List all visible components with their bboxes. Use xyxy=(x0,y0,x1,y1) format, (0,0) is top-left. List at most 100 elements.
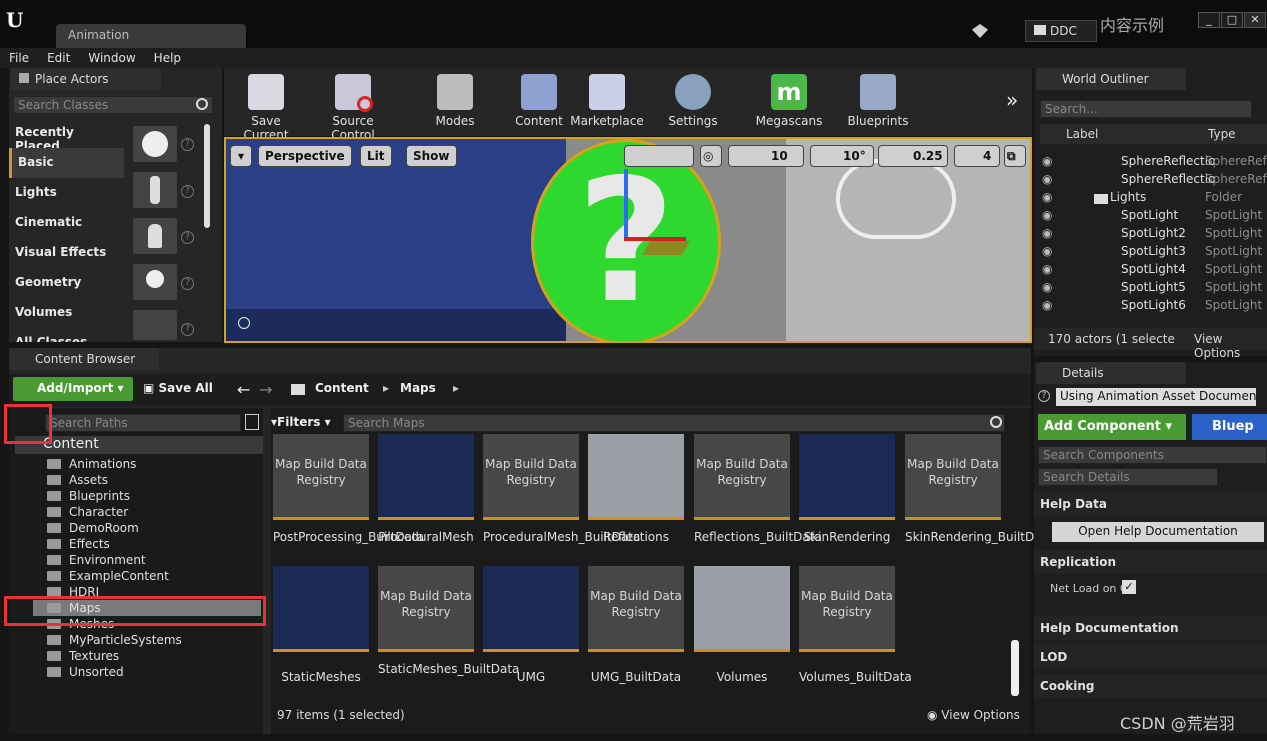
help-icon[interactable]: ? xyxy=(181,185,194,198)
ddc-button[interactable]: DDC xyxy=(1025,20,1097,42)
asset-tile[interactable]: StaticMeshes xyxy=(273,566,369,696)
category-cinematic[interactable]: Cinematic xyxy=(9,208,124,238)
folder-environment[interactable]: Environment xyxy=(47,552,146,568)
scrollbar[interactable] xyxy=(1011,640,1019,696)
marketplace-button[interactable]: Marketplace xyxy=(570,74,644,128)
asset-tile[interactable]: UMG xyxy=(483,566,579,696)
help-icon[interactable]: ? xyxy=(181,138,194,151)
grid-snap[interactable]: 10 xyxy=(728,145,804,167)
trigger-thumb[interactable] xyxy=(133,310,177,340)
pawn-thumb[interactable] xyxy=(133,172,177,208)
folder-demoroom[interactable]: DemoRoom xyxy=(47,520,139,536)
eye-icon[interactable]: ◉ xyxy=(1042,154,1052,168)
blueprints-button[interactable]: Blueprints xyxy=(842,74,914,128)
help-icon[interactable]: ? xyxy=(181,323,194,336)
section-cooking[interactable]: Cooking xyxy=(1034,674,1267,698)
maximize-viewport-icon[interactable]: ⧉ xyxy=(1004,145,1026,167)
eye-icon[interactable]: ◉ xyxy=(1042,298,1052,312)
gizmo-plane[interactable] xyxy=(641,241,691,255)
asset-tile[interactable]: Map Build Data Registry SkinRendering_Bui… xyxy=(905,434,1054,564)
asset-tile[interactable]: Reflections xyxy=(588,434,684,564)
outliner-row[interactable]: ◉ SphereReflectio SphereRefl xyxy=(1034,154,1267,172)
eye-icon[interactable]: ◉ xyxy=(1042,262,1052,276)
eye-icon[interactable]: ◉ xyxy=(1042,208,1052,222)
world-outliner-tab[interactable]: World Outliner xyxy=(1036,68,1186,90)
folder-myparticlesystems[interactable]: MyParticleSystems xyxy=(47,632,182,648)
category-volumes[interactable]: Volumes xyxy=(9,298,124,328)
asset-tile[interactable]: Map Build Data Registry UMG_BuiltData xyxy=(588,566,684,696)
search-classes-input[interactable]: Search Classes xyxy=(13,96,213,114)
scale-snap[interactable]: 0.25 xyxy=(878,145,948,167)
outliner-row[interactable]: ◉ SpotLight4 SpotLight xyxy=(1034,262,1267,280)
eye-icon[interactable]: ◉ xyxy=(1042,190,1052,204)
modes-button[interactable]: Modes xyxy=(420,74,490,128)
category-geometry[interactable]: Geometry xyxy=(9,268,124,298)
asset-tile[interactable]: Volumes xyxy=(694,566,790,696)
outliner-search-input[interactable]: Search... xyxy=(1040,100,1252,118)
point-light-thumb[interactable] xyxy=(133,264,177,300)
category-basic[interactable]: Basic xyxy=(9,148,124,178)
menu-help[interactable]: Help xyxy=(145,48,190,68)
section-help-data[interactable]: Help Data xyxy=(1034,492,1267,516)
lit-button[interactable]: Lit xyxy=(360,145,392,167)
outliner-row[interactable]: ◉ SpotLight2 SpotLight xyxy=(1034,226,1267,244)
content-button[interactable]: Content xyxy=(508,74,570,128)
megascans-button[interactable]: m Megascans xyxy=(754,74,824,128)
source-control-icon[interactable] xyxy=(972,24,988,38)
folder-examplecontent[interactable]: ExampleContent xyxy=(47,568,169,584)
documentation-link[interactable]: Using Animation Asset Documentat xyxy=(1056,388,1256,406)
menu-edit[interactable]: Edit xyxy=(38,48,79,68)
viewport-options-button[interactable]: ▾ xyxy=(230,145,252,167)
perspective-button[interactable]: Perspective xyxy=(258,145,352,167)
eye-icon[interactable]: ◉ xyxy=(1042,226,1052,240)
add-component-button[interactable]: Add Component ▾ xyxy=(1038,414,1186,440)
label-column-header[interactable]: Label xyxy=(1066,127,1098,141)
scrollbar[interactable] xyxy=(204,124,210,228)
net-load-checkbox[interactable]: ✓ xyxy=(1122,580,1136,594)
show-button[interactable]: Show xyxy=(406,145,457,167)
view-list-icon[interactable] xyxy=(245,414,259,430)
settings-button[interactable]: Settings xyxy=(662,74,724,128)
folder-character[interactable]: Character xyxy=(47,504,128,520)
source-control-button[interactable]: Source Control xyxy=(310,74,396,142)
category-lights[interactable]: Lights xyxy=(9,178,124,208)
asset-tile[interactable]: Map Build Data Registry ProceduralMesh_Bu… xyxy=(483,434,640,564)
folder-unsorted[interactable]: Unsorted xyxy=(47,664,124,680)
folder-effects[interactable]: Effects xyxy=(47,536,110,552)
level-tab[interactable]: Animation xyxy=(56,24,246,48)
gizmo-z-axis[interactable] xyxy=(624,169,628,239)
back-arrow-icon[interactable]: ← xyxy=(237,380,250,399)
breadcrumb-content[interactable]: Content xyxy=(315,381,369,395)
eye-icon[interactable]: ◉ xyxy=(1042,244,1052,258)
player-start-thumb[interactable] xyxy=(133,218,177,254)
filters-button[interactable]: ▾Filters ▾ xyxy=(271,414,333,432)
open-help-documentation-button[interactable]: Open Help Documentation xyxy=(1052,522,1264,542)
minimize-button[interactable]: _ xyxy=(1198,12,1220,28)
asset-tile[interactable]: Map Build Data Registry Reflections_Built… xyxy=(694,434,822,564)
asset-tile[interactable]: Map Build Data Registry StaticMeshes_Buil… xyxy=(378,566,519,696)
outliner-row[interactable]: ◉ SpotLight6 SpotLight xyxy=(1034,298,1267,316)
help-icon[interactable]: ? xyxy=(1038,390,1050,402)
outliner-folder-row[interactable]: ◉ Lights Folder xyxy=(1034,190,1267,208)
asset-tile[interactable]: ProceduralMesh xyxy=(378,434,474,564)
eye-icon[interactable]: ◉ xyxy=(1042,172,1052,186)
help-icon[interactable]: ? xyxy=(181,277,194,290)
rotation-snap[interactable]: 10° xyxy=(810,145,874,167)
section-help-documentation[interactable]: Help Documentation xyxy=(1034,616,1267,640)
type-column-header[interactable]: Type xyxy=(1208,127,1236,141)
forward-arrow-icon[interactable]: → xyxy=(259,380,272,399)
add-import-button[interactable]: Add/Import ▾ xyxy=(13,377,133,401)
more-chevron-icon[interactable]: » xyxy=(1006,88,1018,112)
search-components-input[interactable]: Search Components xyxy=(1038,446,1267,464)
content-root-folder[interactable]: Content xyxy=(15,436,263,454)
save-current-button[interactable]: Save Current xyxy=(230,74,302,142)
save-all-button[interactable]: ▣ Save All xyxy=(143,381,213,395)
camera-speed[interactable]: 4 xyxy=(954,145,1000,167)
world-local-icon[interactable]: ◎ xyxy=(700,145,722,167)
outliner-row[interactable]: ◉ SpotLight SpotLight xyxy=(1034,208,1267,226)
asset-tile[interactable]: Map Build Data Registry PostProcessing_Bu… xyxy=(273,434,424,564)
outliner-row[interactable]: ◉ SpotLight3 SpotLight xyxy=(1034,244,1267,262)
outliner-view-options[interactable]: View Options xyxy=(1194,332,1267,360)
level-viewport[interactable]: ? ▾ Perspective Lit Show ◎ 10 10° 0.25 4… xyxy=(224,137,1032,343)
help-icon[interactable]: ? xyxy=(181,231,194,244)
